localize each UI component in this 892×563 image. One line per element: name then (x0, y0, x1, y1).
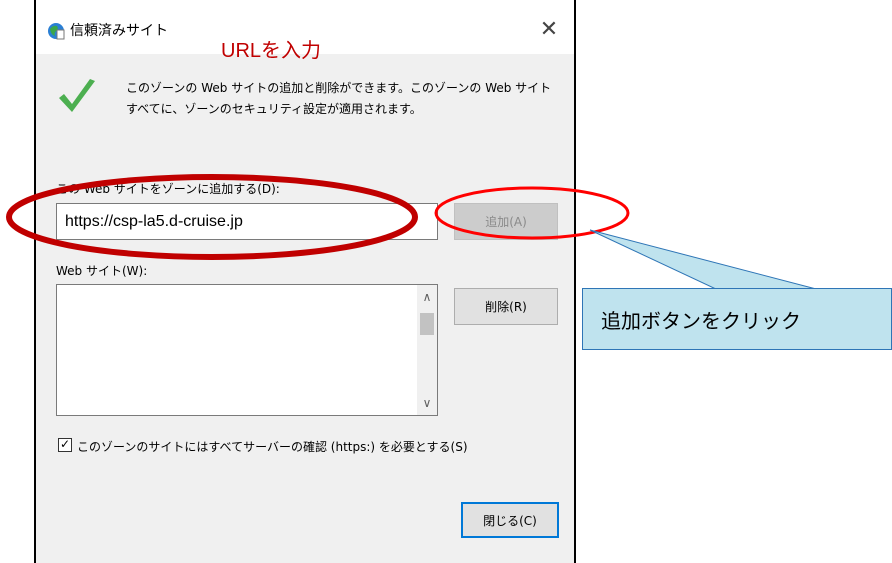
callout-pointer (589, 229, 821, 291)
annotation-overlay (6, 174, 821, 291)
annotation-callout: 追加ボタンをクリック (582, 288, 892, 350)
url-highlight-ellipse (6, 174, 418, 260)
add-button-highlight-ellipse (434, 186, 630, 240)
annotation-enter-url: URLを入力 (221, 40, 322, 62)
